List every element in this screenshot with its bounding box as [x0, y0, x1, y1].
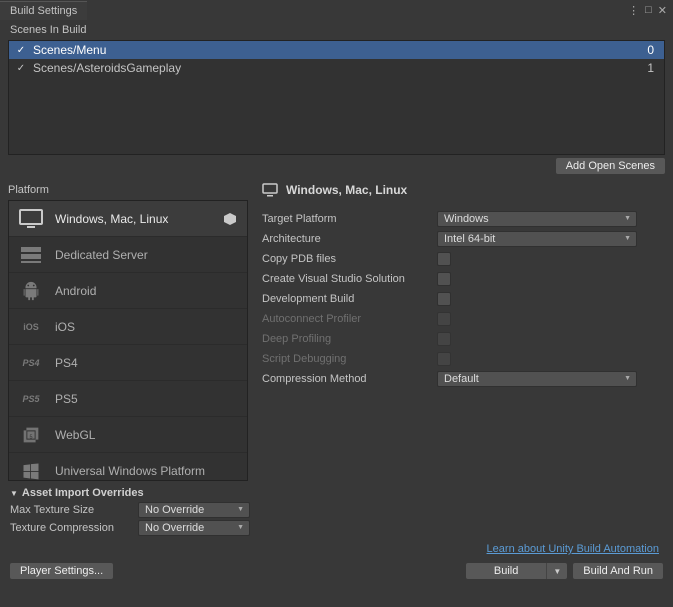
monitor-icon — [262, 183, 278, 197]
copy-pdb-checkbox[interactable] — [437, 252, 451, 266]
platform-item-dedicated-server[interactable]: Dedicated Server — [9, 237, 247, 273]
overrides-header[interactable]: ▼ Asset Import Overrides — [10, 487, 663, 499]
scene-index: 1 — [647, 61, 658, 75]
ios-icon: iOS — [19, 316, 43, 338]
field-label: Compression Method — [262, 373, 437, 385]
autoconnect-profiler-checkbox — [437, 312, 451, 326]
platform-item-ps5[interactable]: PS5 PS5 — [9, 381, 247, 417]
detail-title: Windows, Mac, Linux — [286, 183, 407, 197]
field-label: Target Platform — [262, 213, 437, 225]
monitor-icon — [19, 208, 43, 230]
webgl-icon: 5 — [19, 424, 43, 446]
checkmark-icon[interactable]: ✓ — [15, 62, 27, 74]
field-target-platform: Target Platform Windows — [262, 209, 665, 229]
detail-header: Windows, Mac, Linux — [262, 183, 665, 197]
architecture-dropdown[interactable]: Intel 64-bit — [437, 231, 637, 247]
add-open-scenes-button[interactable]: Add Open Scenes — [556, 158, 665, 174]
field-label: Autoconnect Profiler — [262, 313, 437, 325]
server-icon — [19, 244, 43, 266]
platform-label: Windows, Mac, Linux — [55, 212, 211, 226]
target-platform-dropdown[interactable]: Windows — [437, 211, 637, 227]
scene-index: 0 — [647, 43, 658, 57]
popout-icon[interactable]: □ — [645, 4, 652, 17]
platform-label: iOS — [55, 320, 237, 334]
deep-profiling-checkbox — [437, 332, 451, 346]
overrides-title: Asset Import Overrides — [22, 487, 144, 499]
platform-item-ios[interactable]: iOS iOS — [9, 309, 247, 345]
field-dev-build: Development Build — [262, 289, 665, 309]
field-label: Architecture — [262, 233, 437, 245]
build-split-button: Build ▼ — [466, 563, 567, 579]
platform-label: Universal Windows Platform — [55, 464, 237, 478]
titlebar: Build Settings ⋮ □ ✕ — [0, 0, 673, 20]
texture-compression-dropdown[interactable]: No Override — [138, 520, 250, 536]
field-label: Deep Profiling — [262, 333, 437, 345]
platform-item-uwp[interactable]: Universal Windows Platform — [9, 453, 247, 481]
platform-label: Dedicated Server — [55, 248, 237, 262]
field-label: Copy PDB files — [262, 253, 437, 265]
platform-label: WebGL — [55, 428, 237, 442]
script-debugging-checkbox — [437, 352, 451, 366]
ps5-icon: PS5 — [19, 388, 43, 410]
compression-dropdown[interactable]: Default — [437, 371, 637, 387]
windows-icon — [19, 460, 43, 482]
field-copy-pdb: Copy PDB files — [262, 249, 665, 269]
svg-text:5: 5 — [29, 434, 32, 440]
build-and-run-button[interactable]: Build And Run — [573, 563, 663, 579]
build-automation-link[interactable]: Learn about Unity Build Automation — [487, 543, 659, 555]
field-vs-solution: Create Visual Studio Solution — [262, 269, 665, 289]
platform-item-standalone[interactable]: Windows, Mac, Linux — [9, 201, 247, 237]
platform-label: PS4 — [55, 356, 237, 370]
platform-item-webgl[interactable]: 5 WebGL — [9, 417, 247, 453]
field-script-debugging: Script Debugging — [262, 349, 665, 369]
field-deep-profiling: Deep Profiling — [262, 329, 665, 349]
vs-solution-checkbox[interactable] — [437, 272, 451, 286]
scene-row[interactable]: ✓ Scenes/Menu 0 — [9, 41, 664, 59]
platform-list: Windows, Mac, Linux Dedicated Server And… — [8, 200, 248, 481]
platform-header: Platform — [8, 182, 248, 200]
field-label: Create Visual Studio Solution — [262, 273, 437, 285]
platform-item-ps4[interactable]: PS4 PS4 — [9, 345, 247, 381]
field-label: Max Texture Size — [10, 504, 138, 516]
field-architecture: Architecture Intel 64-bit — [262, 229, 665, 249]
ps4-icon: PS4 — [19, 352, 43, 374]
scene-row[interactable]: ✓ Scenes/AsteroidsGameplay 1 — [9, 59, 664, 77]
window-controls: ⋮ □ ✕ — [628, 4, 673, 17]
checkmark-icon[interactable]: ✓ — [15, 44, 27, 56]
field-label: Texture Compression — [10, 522, 138, 534]
max-texture-dropdown[interactable]: No Override — [138, 502, 250, 518]
scenes-header: Scenes In Build — [0, 20, 673, 40]
build-button-dropdown[interactable]: ▼ — [546, 563, 567, 579]
platform-item-android[interactable]: Android — [9, 273, 247, 309]
field-compression: Compression Method Default — [262, 369, 665, 389]
close-icon[interactable]: ✕ — [658, 4, 667, 17]
scenes-list[interactable]: ✓ Scenes/Menu 0 ✓ Scenes/AsteroidsGamepl… — [8, 40, 665, 155]
field-label: Script Debugging — [262, 353, 437, 365]
scene-name: Scenes/Menu — [33, 43, 647, 57]
platform-label: PS5 — [55, 392, 237, 406]
field-autoconnect-profiler: Autoconnect Profiler — [262, 309, 665, 329]
triangle-down-icon: ▼ — [10, 489, 18, 498]
android-icon — [19, 280, 43, 302]
field-label: Development Build — [262, 293, 437, 305]
window-tab[interactable]: Build Settings — [0, 1, 87, 20]
field-texture-compression: Texture Compression No Override — [10, 519, 663, 537]
player-settings-button[interactable]: Player Settings... — [10, 563, 113, 579]
field-max-texture: Max Texture Size No Override — [10, 501, 663, 519]
menu-icon[interactable]: ⋮ — [628, 4, 639, 17]
unity-icon — [223, 212, 237, 226]
platform-label: Android — [55, 284, 237, 298]
build-button[interactable]: Build — [466, 563, 546, 579]
scene-name: Scenes/AsteroidsGameplay — [33, 61, 647, 75]
dev-build-checkbox[interactable] — [437, 292, 451, 306]
